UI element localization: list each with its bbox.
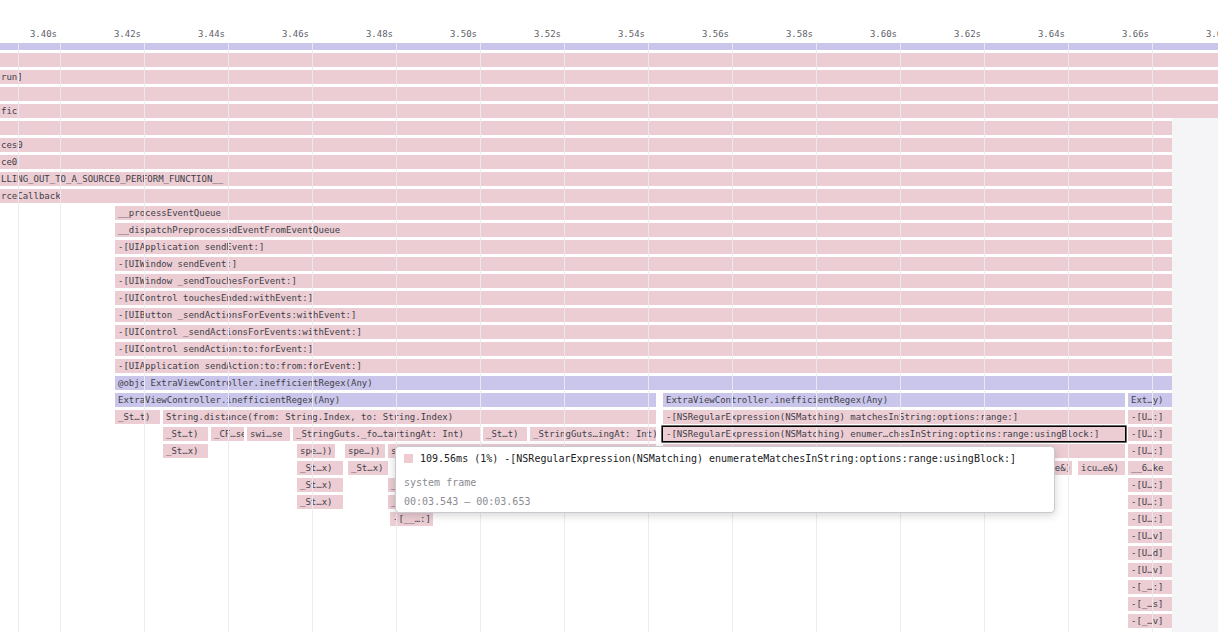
flame-frame[interactable]: -[_…v] bbox=[1128, 614, 1172, 628]
tooltip-title-line: 109.56ms (1%) -[NSRegularExpression(NSMa… bbox=[404, 453, 1016, 464]
flame-frame[interactable]: -[UIWindow _sendTouchesForEvent:] bbox=[115, 274, 1172, 288]
ruler-time-label: 3.56s bbox=[672, 29, 729, 39]
flame-frame[interactable]: _StringGuts._fo…tartingAt: Int) bbox=[293, 427, 480, 441]
flame-frame[interactable]: Ext…y) bbox=[1128, 393, 1172, 407]
flame-frame[interactable]: ces0 bbox=[0, 138, 1172, 152]
flame-frame[interactable]: -[U…:] bbox=[1128, 427, 1172, 441]
flame-frame[interactable] bbox=[0, 43, 1218, 50]
flame-frame[interactable]: __dispatchPreprocessedEventFromEventQueu… bbox=[115, 223, 1172, 237]
flame-frame[interactable]: -[__…:] bbox=[390, 512, 433, 526]
ruler-time-label: 3.52s bbox=[504, 29, 561, 39]
ruler-time-label: 3.46s bbox=[252, 29, 309, 39]
ruler-time-label: 3.58s bbox=[756, 29, 813, 39]
flame-frame[interactable]: ExtraViewController.inefficientRegex(Any… bbox=[115, 393, 656, 407]
flame-frame[interactable]: @objc ExtraViewController.inefficientReg… bbox=[115, 376, 1172, 390]
flame-frame[interactable]: _St…t) bbox=[483, 427, 527, 441]
flame-frame[interactable]: -[UIButton _sendActionsForEvents:withEve… bbox=[115, 308, 1172, 322]
flame-frame[interactable]: _St…x) bbox=[297, 495, 343, 509]
ruler-time-label: 3.48s bbox=[336, 29, 393, 39]
flame-frame[interactable]: -[U…:] bbox=[1128, 512, 1172, 526]
flame-frame[interactable]: rceCallback bbox=[0, 189, 1172, 203]
flame-frame[interactable]: LLING_OUT_TO_A_SOURCE0_PERFORM_FUNCTION_… bbox=[0, 172, 1172, 186]
flame-frame[interactable]: ce0 bbox=[0, 155, 1172, 169]
flame-frame[interactable]: -[U…:] bbox=[1128, 478, 1172, 492]
tooltip-title: 109.56ms (1%) -[NSRegularExpression(NSMa… bbox=[420, 453, 1016, 464]
flame-frame[interactable]: _St…x) bbox=[297, 461, 343, 475]
flame-frame[interactable]: -[U…:] bbox=[1128, 444, 1172, 458]
time-ruler[interactable]: 3.40s 3.42s 3.44s 3.46s 3.48s 3.50s 3.52s 3.54s… bbox=[0, 0, 1218, 42]
ruler-time-label: 3.62s bbox=[924, 29, 981, 39]
ruler-time-label: 3.68s bbox=[1176, 29, 1218, 39]
flame-frame[interactable]: _St…x) bbox=[163, 444, 208, 458]
flame-frame[interactable]: -[U…v] bbox=[1128, 563, 1172, 577]
ruler-time-label: 3.60s bbox=[840, 29, 897, 39]
flame-frame[interactable]: run] bbox=[0, 70, 1218, 84]
flame-frame[interactable]: -[U…v] bbox=[1128, 529, 1172, 543]
ruler-time-label: 3.64s bbox=[1008, 29, 1065, 39]
flame-frame[interactable]: -[UIApplication sendAction:to:from:forEv… bbox=[115, 359, 1172, 373]
flame-frame[interactable]: String.distance(from: String.Index, to: … bbox=[163, 410, 656, 424]
ruler-time-label: 3.50s bbox=[420, 29, 477, 39]
ruler-time-label: 3.54s bbox=[588, 29, 645, 39]
flame-frame[interactable]: -[UIControl touchesEnded:withEvent:] bbox=[115, 291, 1172, 305]
flame-frame[interactable]: _CF…se bbox=[211, 427, 244, 441]
flame-frame[interactable]: -[UIWindow sendEvent:] bbox=[115, 257, 1172, 271]
flame-frame[interactable]: -[_…:] bbox=[1128, 580, 1172, 594]
tooltip-subtitle: system frame bbox=[404, 477, 476, 488]
flame-frame[interactable]: __6…ke bbox=[1128, 461, 1172, 475]
flame-frame[interactable]: -[UIApplication sendEvent:] bbox=[115, 240, 1172, 254]
flame-frame[interactable]: _St…t) bbox=[115, 410, 160, 424]
ruler-time-label: 3.40s bbox=[0, 29, 57, 39]
flame-frame[interactable]: -[U…d] bbox=[1128, 546, 1172, 560]
flame-frame[interactable] bbox=[0, 121, 1172, 135]
flame-frame[interactable]: spe…)) bbox=[297, 444, 335, 458]
flame-frame[interactable]: _StringGuts…ingAt: Int) bbox=[530, 427, 656, 441]
ruler-time-label: 3.44s bbox=[168, 29, 225, 39]
flame-frame[interactable]: _St…t) bbox=[163, 427, 208, 441]
ruler-time-label: 3.42s bbox=[84, 29, 141, 39]
flame-frame[interactable]: -[_…s] bbox=[1128, 597, 1172, 611]
tooltip-time-range: 00:03.543 — 00:03.653 bbox=[404, 496, 530, 507]
flame-frame[interactable]: -[UIControl sendAction:to:forEvent:] bbox=[115, 342, 1172, 356]
ruler-time-label: 3.66s bbox=[1092, 29, 1149, 39]
flame-frame[interactable]: -[U…:] bbox=[1128, 410, 1172, 424]
flame-frame[interactable]: swi…se bbox=[247, 427, 290, 441]
flame-frame[interactable] bbox=[0, 53, 1218, 67]
flame-frame[interactable]: ExtraViewController.inefficientRegex(Any… bbox=[663, 393, 1125, 407]
flame-frame[interactable]: _St…x) bbox=[348, 461, 388, 475]
flame-frame[interactable]: -[U…:] bbox=[1128, 495, 1172, 509]
flame-frame[interactable]: _St…x) bbox=[297, 478, 343, 492]
flame-graph-chart: 3.40s 3.42s 3.44s 3.46s 3.48s 3.50s 3.52s 3.54s… bbox=[0, 0, 1218, 632]
flame-frame[interactable]: fic bbox=[0, 104, 1218, 118]
flame-frame-selected[interactable]: -[NSRegularExpression(NSMatching) enumer… bbox=[663, 427, 1125, 441]
category-swatch-icon bbox=[404, 454, 413, 463]
flame-frame[interactable]: -[UIControl _sendActionsForEvents:withEv… bbox=[115, 325, 1172, 339]
flame-frame[interactable] bbox=[0, 87, 1218, 101]
flame-frame[interactable]: icu…e&) bbox=[1078, 461, 1125, 475]
flame-frame[interactable]: spe…)) bbox=[345, 444, 385, 458]
frame-tooltip: 109.56ms (1%) -[NSRegularExpression(NSMa… bbox=[395, 446, 1055, 513]
flame-frame[interactable]: -[NSRegularExpression(NSMatching) matche… bbox=[663, 410, 1125, 424]
flame-frame[interactable]: __processEventQueue bbox=[115, 206, 1172, 220]
